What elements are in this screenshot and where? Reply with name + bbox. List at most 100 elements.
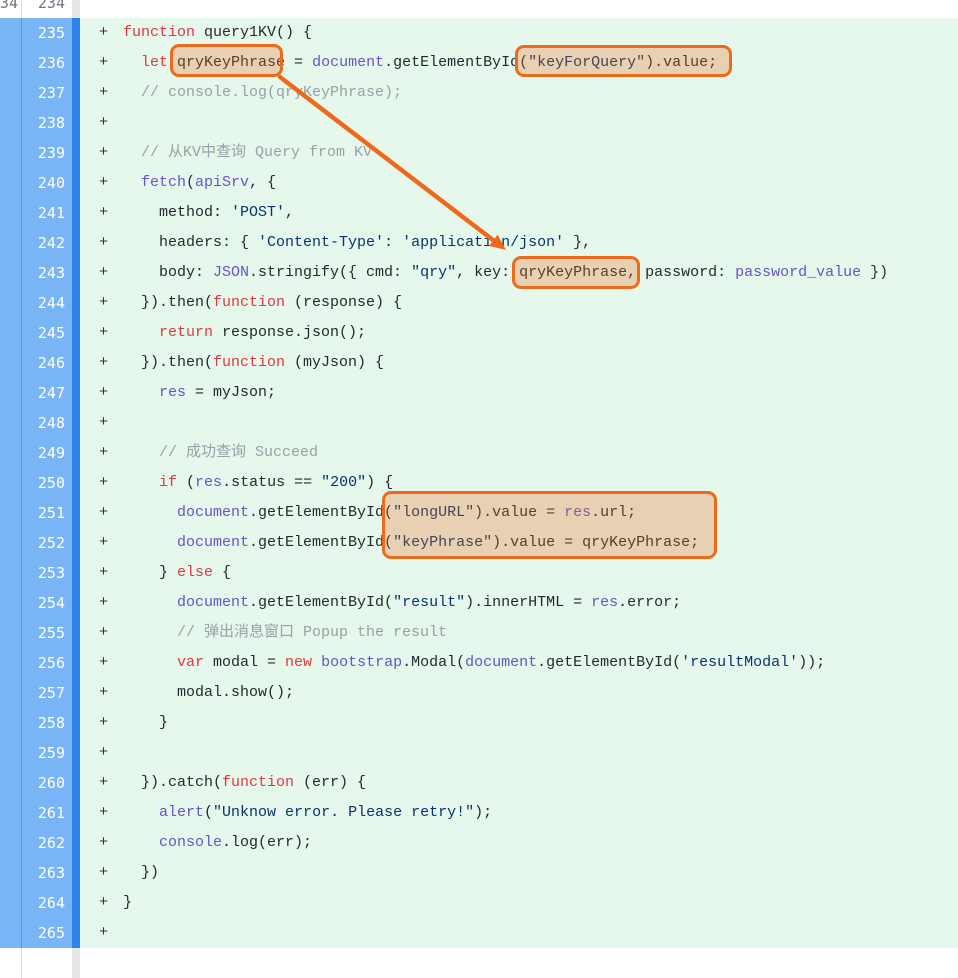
code-line: + fetch(apiSrv, {	[80, 168, 958, 198]
code-line: + }	[80, 708, 958, 738]
line-number-new[interactable]: 244	[22, 288, 72, 318]
diff-plus-marker: +	[99, 888, 123, 918]
line-number-old[interactable]	[0, 168, 22, 198]
diff-added-strip	[72, 708, 80, 738]
line-number-old[interactable]	[0, 528, 22, 558]
diff-added-strip	[72, 138, 80, 168]
line-number-new[interactable]: 254	[22, 588, 72, 618]
line-number-old[interactable]	[0, 258, 22, 288]
code-line: + method: 'POST',	[80, 198, 958, 228]
line-number-old[interactable]	[0, 348, 22, 378]
line-number-old[interactable]	[0, 648, 22, 678]
line-number-new[interactable]: 255	[22, 618, 72, 648]
code-line: + })	[80, 858, 958, 888]
diff-added-strip	[72, 498, 80, 528]
diff-added-strip	[72, 588, 80, 618]
line-number-new[interactable]: 263	[22, 858, 72, 888]
line-number-old[interactable]	[0, 498, 22, 528]
code-line: + // console.log(qryKeyPhrase);	[80, 78, 958, 108]
code-line: + document.getElementById("keyPhrase").v…	[80, 528, 958, 558]
diff-added-strip	[72, 48, 80, 78]
diff-row: 237 + // console.log(qryKeyPhrase);	[0, 78, 958, 108]
line-number-old[interactable]	[0, 768, 22, 798]
line-number-new[interactable]: 247	[22, 378, 72, 408]
diff-row: 259 +	[0, 738, 958, 768]
diff-added-strip	[72, 408, 80, 438]
line-number-old[interactable]	[0, 108, 22, 138]
line-number-old[interactable]	[0, 708, 22, 738]
line-number-new[interactable]: 245	[22, 318, 72, 348]
line-number-old[interactable]	[0, 798, 22, 828]
line-number-old[interactable]	[0, 378, 22, 408]
line-number-old[interactable]	[0, 678, 22, 708]
line-number-new[interactable]: 258	[22, 708, 72, 738]
line-number-old[interactable]	[0, 18, 22, 48]
diff-added-strip	[72, 768, 80, 798]
line-number-new[interactable]: 234	[22, 0, 72, 18]
code-line: + alert("Unknow error. Please retry!");	[80, 798, 958, 828]
line-number-old[interactable]	[0, 78, 22, 108]
line-number-new[interactable]: 250	[22, 468, 72, 498]
line-number-new[interactable]: 237	[22, 78, 72, 108]
line-number-old[interactable]: 234	[0, 0, 22, 18]
line-number-new[interactable]: 265	[22, 918, 72, 948]
diff-added-strip	[72, 828, 80, 858]
line-number-new[interactable]: 251	[22, 498, 72, 528]
line-number-old[interactable]	[0, 318, 22, 348]
line-number-new[interactable]: 262	[22, 828, 72, 858]
line-number-new[interactable]: 235	[22, 18, 72, 48]
diff-row: 252 + document.getElementById("keyPhrase"…	[0, 528, 958, 558]
line-number-old[interactable]	[0, 48, 22, 78]
code-line: + headers: { 'Content-Type': 'applicatio…	[80, 228, 958, 258]
line-number-new[interactable]: 249	[22, 438, 72, 468]
code-line: +}	[80, 888, 958, 918]
diff-row: 262+ console.log(err);	[0, 828, 958, 858]
diff-plus-marker: +	[99, 738, 123, 768]
line-number-new[interactable]: 236	[22, 48, 72, 78]
line-number-new[interactable]: 256	[22, 648, 72, 678]
line-number-new[interactable]: 238	[22, 108, 72, 138]
line-number-old[interactable]	[0, 558, 22, 588]
code-line	[80, 0, 958, 18]
line-number-new[interactable]: 246	[22, 348, 72, 378]
line-number-new[interactable]: 242	[22, 228, 72, 258]
line-number-old[interactable]	[0, 138, 22, 168]
diff-row: 250+ if (res.status == "200") {	[0, 468, 958, 498]
line-number-new[interactable]: 260	[22, 768, 72, 798]
line-number-old[interactable]	[0, 198, 22, 228]
line-number-new[interactable]: 259	[22, 738, 72, 768]
line-number-new[interactable]: 261	[22, 798, 72, 828]
diff-row: 254+ document.getElementById("result").i…	[0, 588, 958, 618]
line-number-old[interactable]	[0, 738, 22, 768]
line-number-new[interactable]: 253	[22, 558, 72, 588]
line-number-old[interactable]	[0, 588, 22, 618]
diff-added-strip	[72, 228, 80, 258]
line-number-old[interactable]	[0, 288, 22, 318]
line-number-old[interactable]	[0, 618, 22, 648]
code-line: +	[80, 738, 958, 768]
line-number-old[interactable]	[0, 918, 22, 948]
line-number-old[interactable]	[0, 228, 22, 258]
line-number-new[interactable]: 239	[22, 138, 72, 168]
diff-plus-marker: +	[99, 828, 123, 858]
line-number-old[interactable]	[0, 468, 22, 498]
line-number-old[interactable]	[0, 858, 22, 888]
diff-plus-marker: +	[99, 588, 123, 618]
line-number-new[interactable]: 252	[22, 528, 72, 558]
line-number-new[interactable]: 241	[22, 198, 72, 228]
line-number-new[interactable]: 240	[22, 168, 72, 198]
diff-row: 240 + fetch(apiSrv, {	[0, 168, 958, 198]
line-number-old[interactable]	[0, 828, 22, 858]
line-number-old[interactable]	[0, 408, 22, 438]
line-number-new[interactable]: 243	[22, 258, 72, 288]
line-number-old[interactable]	[0, 438, 22, 468]
code-line: + document.getElementById("longURL").val…	[80, 498, 958, 528]
diff-row: 249+ // 成功查询 Succeed	[0, 438, 958, 468]
diff-added-strip	[72, 618, 80, 648]
line-number-new[interactable]: 257	[22, 678, 72, 708]
diff-row: 246+ }).then(function (myJson) {	[0, 348, 958, 378]
diff-plus-marker: +	[99, 558, 123, 588]
line-number-new[interactable]: 264	[22, 888, 72, 918]
line-number-new[interactable]: 248	[22, 408, 72, 438]
line-number-old[interactable]	[0, 888, 22, 918]
